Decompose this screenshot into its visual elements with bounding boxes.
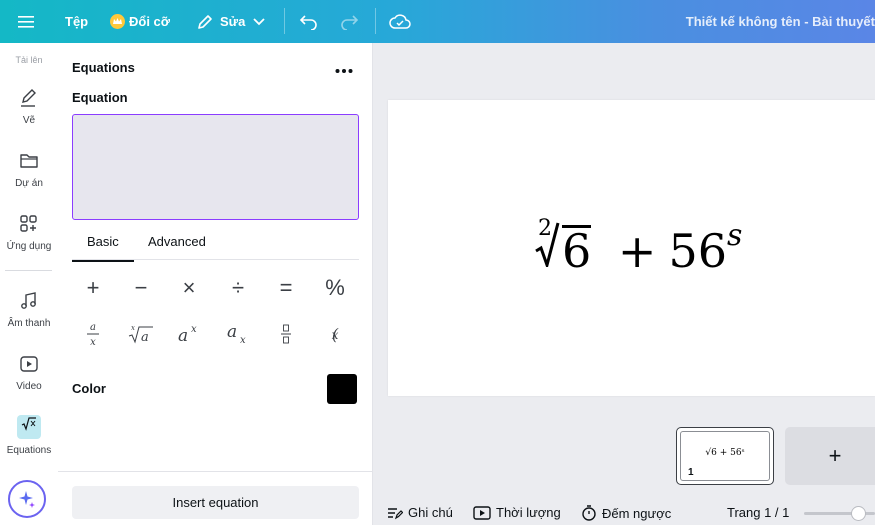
redo-icon[interactable]: [339, 0, 359, 43]
power-template-button[interactable]: ax: [169, 319, 209, 349]
design-title[interactable]: Thiết kế không tên - Bài thuyết: [686, 0, 875, 43]
left-rail: Tải lên Vẽ Dự án Ứng dụng Âm thanh Video…: [0, 43, 58, 525]
svg-text:x: x: [131, 324, 135, 332]
rail-item-draw[interactable]: Vẽ: [0, 88, 58, 126]
base: 56: [668, 224, 727, 278]
timer-button[interactable]: Đếm ngược: [581, 505, 671, 521]
stacked-fraction-template-button[interactable]: [266, 319, 306, 349]
duration-label: Thời lượng: [496, 505, 561, 520]
cloud-save-icon[interactable]: [389, 0, 411, 43]
rail-item-label: Ứng dụng: [6, 241, 52, 252]
rail-item-audio[interactable]: Âm thanh: [0, 291, 58, 329]
rail-divider: [5, 270, 52, 271]
folder-icon: [20, 154, 38, 168]
fraction-template-button[interactable]: ax: [73, 319, 113, 349]
color-swatch-button[interactable]: [327, 374, 357, 404]
pencil-icon: [198, 14, 212, 29]
rail-item-label: Âm thanh: [7, 318, 51, 329]
percent-symbol-button[interactable]: %: [315, 273, 355, 303]
duration-button[interactable]: Thời lượng: [473, 505, 561, 520]
slide-page[interactable]: 2 6 +56s: [388, 100, 875, 396]
rail-item-video[interactable]: Video: [0, 354, 58, 392]
zoom-slider-handle[interactable]: [851, 506, 866, 521]
tab-basic[interactable]: Basic: [72, 234, 134, 262]
minus-symbol-button[interactable]: −: [121, 273, 161, 303]
rail-item-label: Dự án: [15, 178, 43, 189]
toolbar-divider: [375, 8, 376, 34]
top-bar: Tệp Đổi cỡ Sửa Thiết kế không tên - Bài …: [0, 0, 875, 43]
more-icon[interactable]: [335, 61, 353, 79]
resize-button[interactable]: Đổi cỡ: [110, 0, 170, 43]
rail-item-label: Video: [16, 381, 42, 392]
insert-equation-button[interactable]: Insert equation: [72, 486, 359, 519]
divide-symbol-button[interactable]: ÷: [218, 273, 258, 303]
svg-text:a: a: [90, 322, 96, 333]
thumbnail-equation: √6 + 56ˢ: [705, 448, 745, 458]
notes-button[interactable]: Ghi chú: [387, 505, 453, 520]
plus-symbol-button[interactable]: +: [73, 273, 113, 303]
color-label: Color: [72, 381, 106, 396]
music-icon: [21, 292, 36, 309]
panel-title: Equations: [72, 60, 135, 75]
svg-text:a: a: [141, 330, 149, 345]
times-symbol-button[interactable]: ×: [169, 273, 209, 303]
nth-root-template-button[interactable]: xa: [121, 319, 161, 349]
equation-render[interactable]: 2 6 +56s: [535, 216, 743, 278]
canvas-area: 2 6 +56s √6 + 56ˢ 1 + Ghi chú Thời lượng…: [374, 43, 875, 525]
file-menu[interactable]: Tệp: [65, 0, 88, 43]
equation-label: Equation: [72, 90, 128, 105]
notes-label: Ghi chú: [408, 505, 453, 520]
svg-text:x: x: [332, 328, 339, 342]
apps-icon: [20, 215, 37, 232]
equals-symbol-button[interactable]: =: [266, 273, 306, 303]
svg-text:x: x: [240, 335, 246, 346]
undo-icon[interactable]: [299, 0, 319, 43]
svg-text:x: x: [191, 324, 197, 335]
hamburger-icon[interactable]: [18, 0, 34, 43]
rail-item-upload[interactable]: Tải lên: [0, 55, 58, 65]
equations-panel: Equations Equation Basic Advanced + − × …: [58, 43, 373, 525]
rail-item-label: Tải lên: [15, 55, 43, 65]
subscript-template-button[interactable]: ax: [218, 319, 258, 349]
zoom-slider-track[interactable]: [804, 506, 875, 521]
crown-icon: [110, 14, 125, 29]
rail-item-label: Vẽ: [22, 115, 36, 126]
toolbar-divider: [284, 8, 285, 34]
video-icon: [20, 356, 38, 372]
chevron-down-icon: [253, 17, 265, 25]
duration-icon: [473, 505, 491, 520]
draw-icon: [21, 89, 36, 107]
thumbnail-frame: √6 + 56ˢ 1: [680, 431, 770, 481]
symbol-tabs: Basic Advanced: [72, 230, 359, 262]
parentheses-template-button[interactable]: (x: [315, 319, 355, 349]
magic-assistant-button[interactable]: [8, 480, 46, 518]
operator: +: [617, 224, 657, 278]
add-page-button[interactable]: +: [785, 427, 875, 485]
rail-item-projects[interactable]: Dự án: [0, 151, 58, 189]
svg-text:x: x: [90, 337, 96, 347]
sparkle-icon: [19, 491, 35, 508]
exponent: s: [727, 218, 743, 253]
tab-advanced[interactable]: Advanced: [148, 234, 206, 249]
bottom-bar: Ghi chú Thời lượng Đếm ngược Trang 1 / 1: [374, 501, 875, 525]
thumbnail-page-number: 1: [688, 467, 694, 478]
svg-text:a: a: [227, 322, 237, 342]
page-thumbnail[interactable]: √6 + 56ˢ 1: [676, 427, 774, 485]
rail-item-apps[interactable]: Ứng dụng: [0, 214, 58, 252]
timer-icon: [582, 505, 596, 521]
rail-item-equations[interactable]: Equations: [0, 415, 58, 456]
resize-label: Đổi cỡ: [129, 14, 171, 29]
panel-divider: [58, 471, 373, 472]
radicand: 6: [562, 224, 592, 278]
radical-sign: [535, 222, 560, 267]
timer-label: Đếm ngược: [602, 505, 672, 521]
page-counter: Trang 1 / 1: [727, 505, 790, 520]
svg-text:a: a: [178, 326, 188, 345]
equation-input[interactable]: [72, 114, 359, 220]
edit-menu[interactable]: Sửa: [196, 0, 265, 43]
rail-item-label: Equations: [6, 445, 52, 456]
sqrt-icon: [17, 415, 41, 439]
edit-label: Sửa: [220, 14, 246, 29]
notes-icon: [388, 507, 403, 519]
